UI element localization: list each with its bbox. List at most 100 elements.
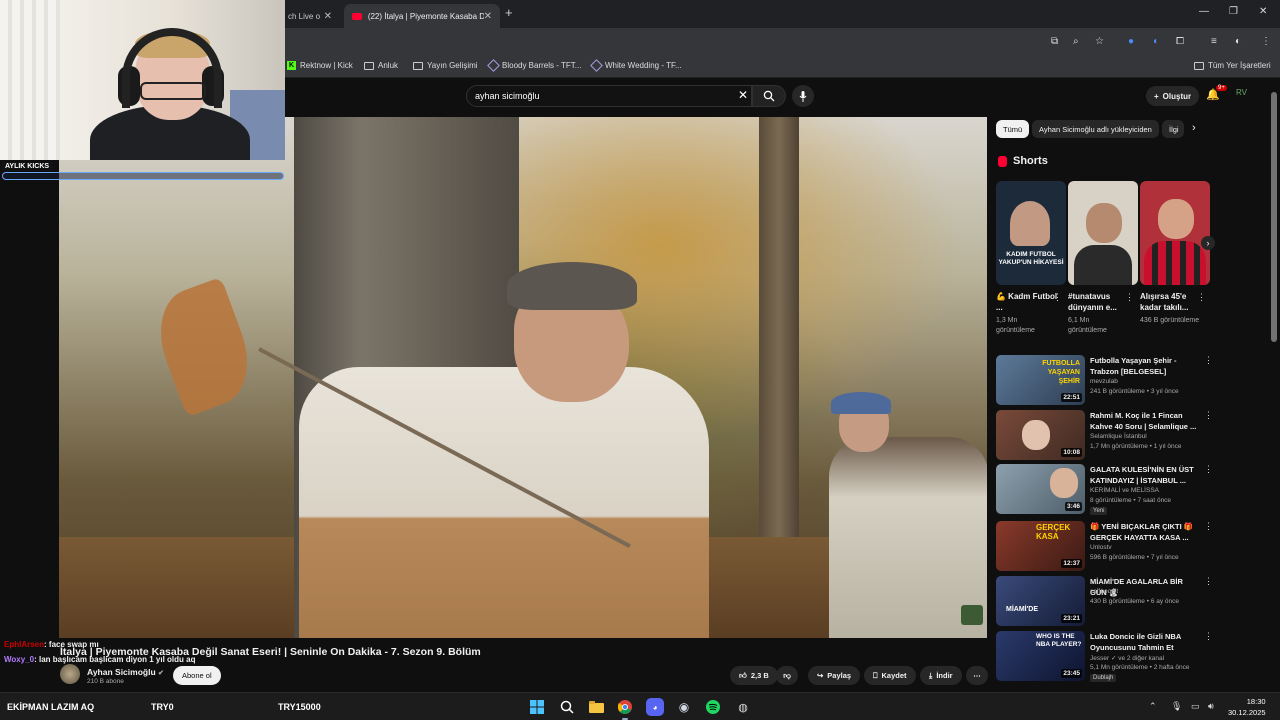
bookmark-anluk[interactable]: Anluk	[364, 61, 398, 70]
more-icon[interactable]: ⋮	[1204, 355, 1213, 366]
share-button[interactable]: ↪ Paylaş	[808, 666, 861, 685]
clear-search-icon[interactable]: ✕	[738, 88, 748, 102]
zoom-icon[interactable]: ⌕	[1073, 36, 1079, 47]
profile-icon[interactable]: ◐	[1235, 36, 1241, 47]
volume-icon[interactable]: 🔊︎	[1208, 701, 1214, 712]
like-button[interactable]: 👍︎ 2,3 B	[730, 666, 778, 685]
more-icon[interactable]: ⋮	[1204, 521, 1213, 532]
tab-kick-live[interactable]: ch Live o ✕	[280, 4, 340, 28]
more-icon[interactable]: ⋮	[1125, 292, 1134, 303]
create-button[interactable]: + Oluştur	[1146, 86, 1200, 106]
recommended-video[interactable]: MİAMİ'DE 23:21 MİAMİ'DE AGALARLA BİR GÜN…	[996, 576, 1276, 626]
more-icon[interactable]: ⋮	[1204, 464, 1213, 475]
network-icon[interactable]: ▭	[1191, 701, 1200, 712]
chat-username: Woxy_0	[4, 655, 35, 664]
plus-icon: +	[1154, 91, 1159, 101]
bookmark-white-wedding[interactable]: White Wedding - TF...	[590, 59, 682, 72]
chevron-right-icon[interactable]: ›	[1201, 236, 1215, 250]
close-icon[interactable]: ✕	[484, 11, 492, 22]
chip-from-uploader[interactable]: Ayhan Sicimoğlu adlı yükleyiciden	[1032, 120, 1159, 138]
file-explorer-icon[interactable]	[587, 698, 605, 716]
search-icon[interactable]	[558, 698, 576, 716]
restore-icon[interactable]: ❐	[1229, 6, 1238, 17]
account-avatar[interactable]: RV	[1236, 88, 1247, 97]
chat-username: EphIArsen	[4, 640, 45, 649]
video-title: İtalya | Piyemonte Kasaba Değil Sanat Es…	[60, 646, 481, 658]
search-button[interactable]	[752, 85, 786, 107]
shorts-icon	[998, 155, 1007, 167]
thumb-text: FUTBOLLA YAŞAYAN ŞEHİR	[1042, 360, 1080, 385]
shorts-header: Shorts	[998, 155, 1048, 167]
obs-icon[interactable]: ◍	[734, 698, 752, 716]
recommended-video[interactable]: GERÇEK KASA 12:37 🎁 YENİ BIÇAKLAR ÇIKTI …	[996, 521, 1276, 571]
close-icon[interactable]: ✕	[324, 11, 332, 22]
minimize-icon[interactable]: —	[1199, 6, 1209, 17]
more-actions-button[interactable]: ⋯	[966, 666, 988, 685]
start-icon[interactable]	[528, 698, 546, 716]
more-icon[interactable]: ⋮	[1053, 292, 1062, 303]
download-button[interactable]: ⤓ İndir	[920, 666, 962, 685]
video-player[interactable]	[59, 117, 987, 638]
chip-all[interactable]: Tümü	[996, 120, 1030, 138]
bookmark-rektnow[interactable]: K Rektnow | Kick	[287, 61, 353, 70]
channel-name: Unlostv	[1090, 544, 1112, 551]
video-meta: 430 B görüntüleme • 6 ay önce	[1090, 598, 1180, 605]
chevron-up-icon[interactable]: ⌃	[1149, 701, 1157, 712]
short-thumbnail[interactable]: KADIM FUTBOL YAKUP'UN HİKAYESİ	[996, 181, 1066, 285]
new-badge: Yeni	[1090, 507, 1108, 515]
short-title[interactable]: 💪 Kadm Futbol ...	[996, 291, 1058, 313]
more-icon[interactable]: ⋮	[1204, 631, 1213, 642]
bookmark-bloody-barrels[interactable]: Bloody Barrels - TFT...	[487, 59, 581, 72]
voice-search-button[interactable]	[792, 85, 814, 107]
reading-list-icon[interactable]: ≡	[1211, 36, 1217, 47]
puzzle-icon[interactable]: ⧠	[1176, 36, 1184, 47]
channel-name: canbequit	[1090, 588, 1119, 595]
man-hugging-tree	[299, 367, 709, 638]
more-icon[interactable]: ⋮	[1204, 410, 1213, 421]
spotify-icon[interactable]	[704, 698, 722, 716]
video-title: 🎁 YENİ BIÇAKLAR ÇIKTI 🎁 GERÇEK HAYATTA K…	[1090, 522, 1194, 542]
discord-icon[interactable]: ◕	[646, 698, 664, 716]
short-title[interactable]: Alışırsa 45'e kadar takılı...	[1140, 291, 1202, 313]
audio-icon[interactable]: ◖	[1152, 36, 1158, 47]
all-bookmarks[interactable]: Tüm Yer İşaretleri	[1194, 61, 1271, 70]
chevron-right-icon[interactable]: ›	[1192, 122, 1196, 134]
bookmark-label: Yayın Gelişimi	[427, 61, 478, 70]
channel-watermark[interactable]	[961, 605, 983, 625]
extension-icon[interactable]: ●	[1128, 36, 1134, 47]
chip-related[interactable]: İlgi	[1162, 120, 1184, 138]
recommended-video[interactable]: 3:46 GALATA KULESİ'NİN EN ÜST KATINDAYIZ…	[996, 464, 1276, 515]
channel-avatar[interactable]	[60, 664, 80, 684]
short-person-body	[1074, 245, 1132, 285]
star-icon[interactable]: ☆	[1095, 36, 1104, 47]
subscribe-button[interactable]: Abone ol	[173, 666, 221, 685]
menu-icon[interactable]: ⋮	[1261, 36, 1271, 47]
dislike-button[interactable]: 👎︎	[776, 666, 798, 685]
search-input[interactable]: ayhan sicimoğlu	[466, 85, 752, 107]
short-title[interactable]: #tunatavus dünyanın e...	[1068, 291, 1130, 313]
bookmark-yayin-gelisimi[interactable]: Yayın Gelişimi	[413, 61, 478, 70]
video-thumbnail: WHO IS THE NBA PLAYER? 23:45	[996, 631, 1085, 681]
save-button[interactable]: ⎕ Kaydet	[864, 666, 916, 685]
system-clock[interactable]: 18:30 30.12.2025	[1228, 696, 1266, 718]
channel-name[interactable]: Ayhan Sicimoğlu ✔	[87, 667, 164, 677]
cast-icon[interactable]: ⧉	[1051, 36, 1058, 47]
recommended-video[interactable]: FUTBOLLA YAŞAYAN ŞEHİR 22:51 Futbolla Ya…	[996, 355, 1276, 405]
more-icon[interactable]: ⋮	[1197, 292, 1206, 303]
recommended-video[interactable]: 10:08 Rahmi M. Koç ile 1 Fincan Kahve 40…	[996, 410, 1276, 460]
chrome-icon[interactable]	[616, 698, 634, 720]
bookmark-label: Anluk	[378, 61, 399, 70]
steam-icon[interactable]: ◉	[675, 698, 693, 716]
close-window-icon[interactable]: ✕	[1259, 6, 1267, 17]
bookmark-label: Rektnow | Kick	[300, 61, 353, 70]
short-thumbnail[interactable]	[1140, 181, 1210, 285]
short-thumbnail[interactable]	[1068, 181, 1138, 285]
recommended-video[interactable]: WHO IS THE NBA PLAYER? 23:45 Luka Doncic…	[996, 631, 1276, 682]
like-count: 2,3 B	[750, 671, 769, 680]
stream-goal-text: EKİPMAN LAZIM AQ	[7, 702, 95, 712]
scrollbar[interactable]	[1271, 92, 1277, 342]
new-tab-button[interactable]: +	[505, 5, 513, 20]
more-icon[interactable]: ⋮	[1204, 576, 1213, 587]
mic-icon[interactable]: 🎙︎	[1171, 701, 1182, 712]
tab-youtube-video[interactable]: (22) İtalya | Piyemonte Kasaba D ✕	[344, 4, 500, 28]
